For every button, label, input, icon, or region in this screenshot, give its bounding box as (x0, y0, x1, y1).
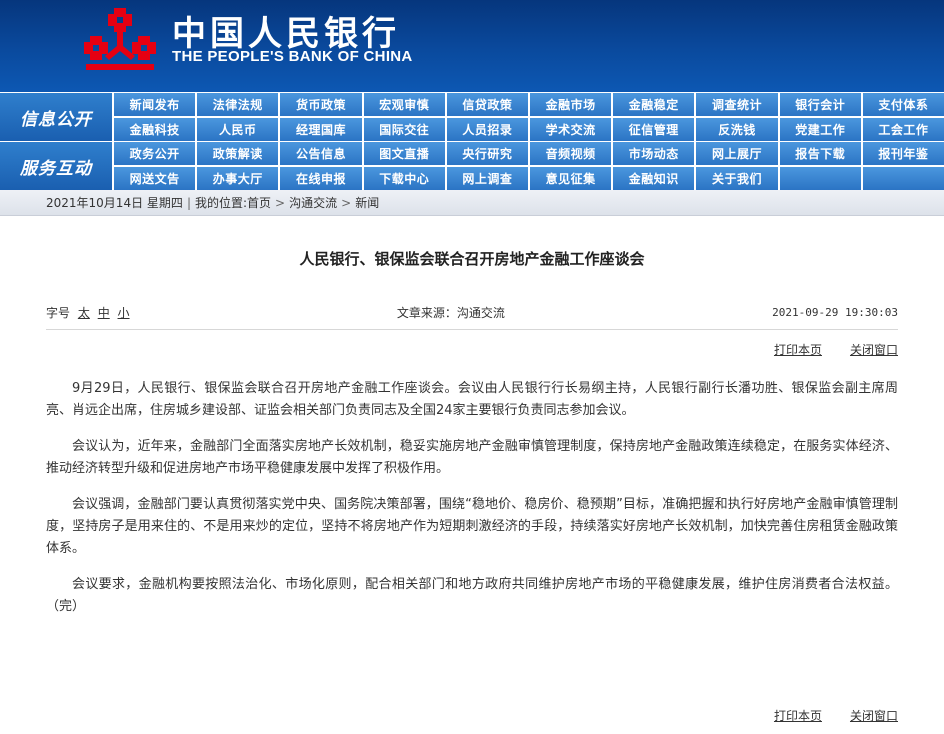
article-paragraph: 会议强调，金融部门要认真贯彻落实党中央、国务院决策部署，围绕“稳地价、稳房价、稳… (46, 497, 898, 556)
nav-service-item[interactable]: 办事大厅 (197, 167, 279, 190)
nav-section-label-info: 信息公开 (0, 93, 112, 141)
top-actions: 打印本页 关闭窗口 (46, 334, 898, 364)
print-page-link-bottom[interactable]: 打印本页 (774, 707, 822, 724)
nav-info-item[interactable]: 货币政策 (280, 93, 362, 116)
nav-service-item[interactable]: 政策解读 (197, 142, 279, 165)
nav-grid-info: 新闻发布 法律法规 货币政策 宏观审慎 信贷政策 金融市场 金融稳定 调查统计 银行会计 支付体系… (114, 93, 944, 141)
nav-service-item[interactable]: 央行研究 (446, 142, 528, 165)
article-paragraph: 会议认为，近年来，金融部门全面落实房地产长效机制，稳妥实施房地产金融审慎管理制度… (46, 439, 898, 476)
nav-info-item[interactable]: 新闻发布 (114, 93, 196, 116)
nav-info-item[interactable]: 人员招录 (446, 118, 528, 141)
nav-info-item[interactable]: 党建工作 (779, 118, 861, 141)
breadcrumb-separator: > (275, 195, 286, 210)
nav-info-item[interactable]: 国际交往 (363, 118, 445, 141)
nav-service-item[interactable]: 意见征集 (529, 167, 612, 190)
nav-info-item[interactable]: 学术交流 (529, 118, 612, 141)
article-title: 人民银行、银保监会联合召开房地产金融工作座谈会 (299, 250, 645, 268)
font-size-medium-link[interactable]: 中 (98, 306, 110, 320)
nav-service-item[interactable]: 下载中心 (363, 167, 445, 190)
current-weekday: 星期四 (146, 196, 183, 210)
nav-service-item[interactable]: 公告信息 (280, 142, 362, 165)
breadcrumb-separator: > (341, 195, 352, 210)
nav-info-item[interactable]: 支付体系 (862, 93, 944, 116)
nav-info-item[interactable]: 调查统计 (696, 93, 778, 116)
nav-grid-service: 政务公开 政策解读 公告信息 图文直播 央行研究 音频视频 市场动态 网上展厅 报告下载 报刊年鉴… (114, 142, 944, 190)
nav-service-item[interactable]: 网上调查 (446, 167, 528, 190)
article-datetime: 2021-09-29 19:30:03 (772, 306, 898, 319)
article-body: 9月29日，人民银行、银保监会联合召开房地产金融工作座谈会。会议由人民银行行长易… (46, 378, 898, 618)
print-page-link[interactable]: 打印本页 (774, 341, 822, 358)
close-window-link-bottom[interactable]: 关闭窗口 (850, 707, 898, 724)
nav-info-item[interactable]: 征信管理 (613, 118, 695, 141)
nav-info-item[interactable]: 经理国库 (280, 118, 362, 141)
nav-service-item (779, 167, 861, 190)
nav-service-item[interactable]: 报告下载 (779, 142, 861, 165)
font-size-large-link[interactable]: 太 (78, 306, 90, 320)
breadcrumb: 2021年10月14日 星期四 | 我的位置: 首页 > 沟通交流 > 新闻 (0, 190, 944, 216)
font-size-small-link[interactable]: 小 (118, 306, 130, 320)
nav-info-item[interactable]: 金融市场 (529, 93, 612, 116)
nav-service-item[interactable]: 关于我们 (696, 167, 778, 190)
nav-service-item[interactable]: 金融知识 (613, 167, 695, 190)
breadcrumb-level1-link[interactable]: 沟通交流 (289, 194, 337, 211)
nav-service-item (862, 167, 944, 190)
article-meta: 字号 太 中 小 文章来源：沟通交流 2021-09-29 19:30:03 (46, 296, 898, 330)
current-date: 2021年10月14日 (46, 196, 144, 210)
nav-section-label-service: 服务互动 (0, 142, 112, 190)
article-paragraph: 9月29日，人民银行、银保监会联合召开房地产金融工作座谈会。会议由人民银行行长易… (46, 381, 898, 418)
breadcrumb-separator: | (186, 195, 191, 210)
nav-info-item[interactable]: 人民币 (197, 118, 279, 141)
breadcrumb-level2-link[interactable]: 新闻 (355, 194, 379, 211)
article-content: 人民银行、银保监会联合召开房地产金融工作座谈会 字号 太 中 小 文章来源：沟通… (0, 216, 944, 734)
nav-service-item[interactable]: 在线申报 (280, 167, 362, 190)
nav-service-item[interactable]: 音频视频 (529, 142, 612, 165)
nav-info-item[interactable]: 金融科技 (114, 118, 196, 141)
location-label: 我的位置: (194, 196, 248, 210)
nav-service-item[interactable]: 政务公开 (114, 142, 196, 165)
nav-info-item[interactable]: 信贷政策 (446, 93, 528, 116)
font-size-label: 字号 (46, 306, 71, 320)
nav-info-item[interactable]: 银行会计 (779, 93, 861, 116)
breadcrumb-home-link[interactable]: 首页 (247, 194, 271, 211)
brand-name-en: THE PEOPLE'S BANK OF CHINA (172, 48, 413, 65)
pboc-logo-icon[interactable] (84, 6, 156, 72)
article-source: 文章来源：沟通交流 (396, 306, 505, 320)
main-navigation: 信息公开 新闻发布 法律法规 货币政策 宏观审慎 信贷政策 金融市场 金融稳定 调查统计 银行会… (0, 92, 944, 190)
nav-service-item[interactable]: 网上展厅 (696, 142, 778, 165)
nav-section-info: 信息公开 新闻发布 法律法规 货币政策 宏观审慎 信贷政策 金融市场 金融稳定 调查统计 银行会… (0, 93, 944, 141)
nav-service-item[interactable]: 市场动态 (613, 142, 695, 165)
nav-info-item[interactable]: 金融稳定 (613, 93, 695, 116)
nav-service-item[interactable]: 图文直播 (363, 142, 445, 165)
nav-info-item[interactable]: 宏观审慎 (363, 93, 445, 116)
nav-service-item[interactable]: 网送文告 (114, 167, 196, 190)
nav-info-item[interactable]: 反洗钱 (696, 118, 778, 141)
font-size-controls: 字号 太 中 小 (46, 304, 130, 321)
article-paragraph: 会议要求，金融机构要按照法治化、市场化原则，配合相关部门和地方政府共同维护房地产… (46, 577, 898, 614)
nav-section-service: 服务互动 政务公开 政策解读 公告信息 图文直播 央行研究 音频视频 市场动态 网上展厅 报告下… (0, 142, 944, 190)
nav-service-item[interactable]: 报刊年鉴 (862, 142, 944, 165)
bottom-actions: 打印本页 关闭窗口 (746, 700, 898, 730)
close-window-link[interactable]: 关闭窗口 (850, 341, 898, 358)
nav-info-item[interactable]: 法律法规 (197, 93, 279, 116)
site-header: 中国人民银行 THE PEOPLE'S BANK OF CHINA (0, 0, 944, 92)
nav-info-item[interactable]: 工会工作 (862, 118, 944, 141)
